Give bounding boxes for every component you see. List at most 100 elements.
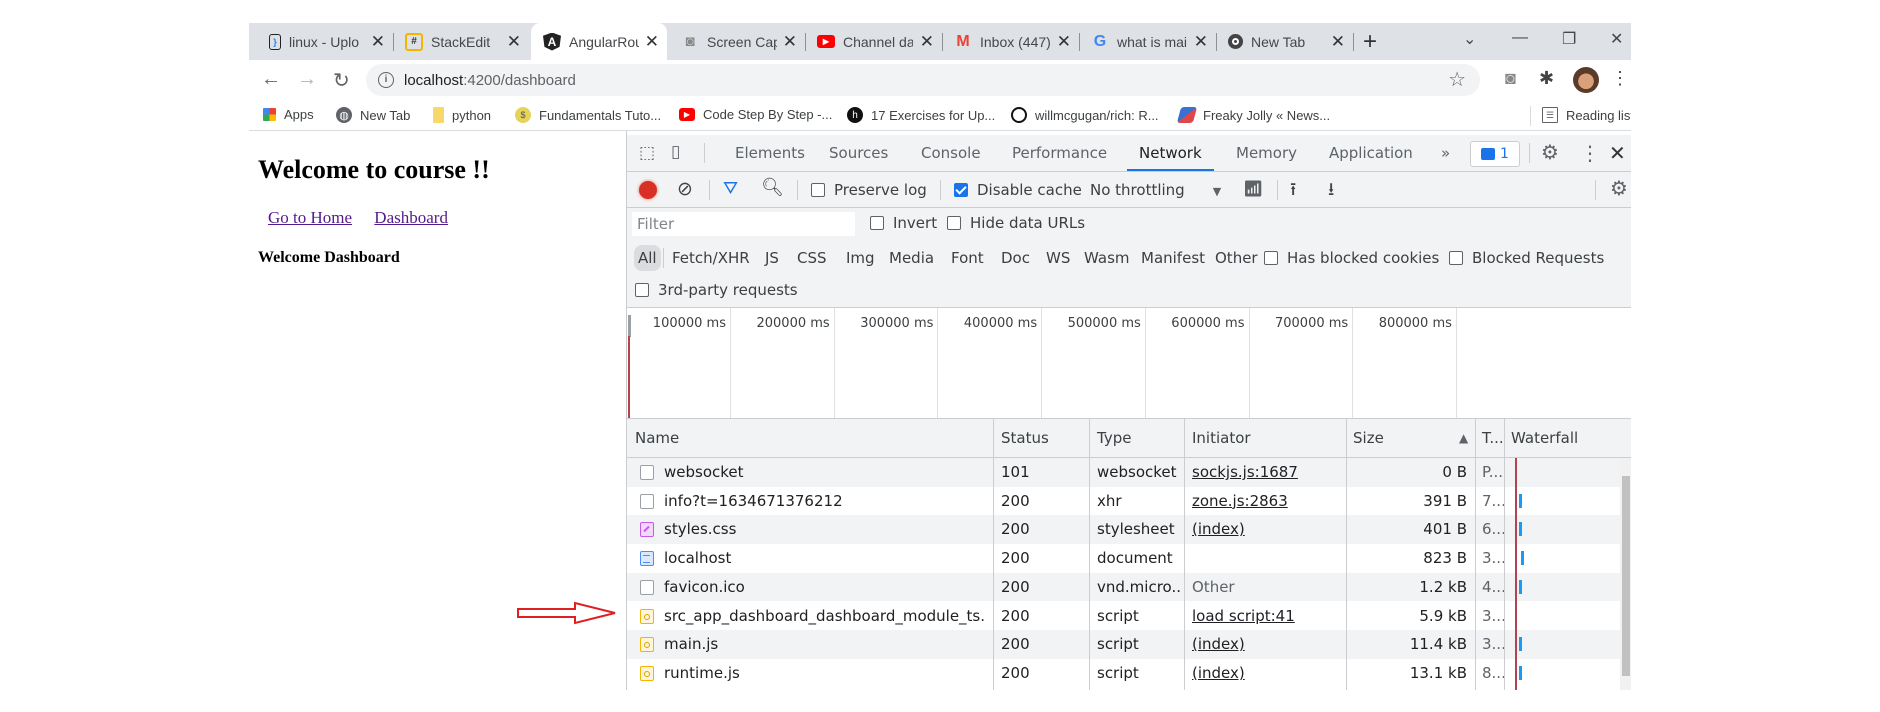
- bookmark-code-step-by-step[interactable]: ▶ Code Step By Step -...: [679, 107, 832, 122]
- preserve-log-checkbox[interactable]: Preserve log: [811, 181, 927, 199]
- request-initiator[interactable]: zone.js:2863: [1192, 492, 1342, 510]
- new-tab-button[interactable]: +: [1363, 28, 1377, 56]
- request-row[interactable]: main.js 200 script (index) 11.4 kB 3...: [627, 630, 1620, 659]
- close-tab-icon[interactable]: ✕: [1057, 32, 1071, 52]
- request-initiator[interactable]: (index): [1192, 664, 1342, 682]
- blocked-requests-checkbox[interactable]: Blocked Requests: [1449, 249, 1604, 267]
- type-filter-media[interactable]: Media: [889, 249, 934, 267]
- url-text[interactable]: localhost:4200/dashboard: [404, 72, 576, 89]
- tab-search-chevron-icon[interactable]: ⌄: [1463, 29, 1476, 49]
- tab-new-tab[interactable]: New Tab ✕: [1216, 23, 1354, 60]
- checkbox[interactable]: [947, 216, 961, 230]
- tab-channel-dashboard[interactable]: ▶ Channel da ✕: [805, 23, 943, 60]
- tab-gmail-inbox[interactable]: M Inbox (447) ✕: [942, 23, 1080, 60]
- bookmark-star-icon[interactable]: ☆: [1448, 67, 1466, 92]
- bookmark-willmcgugan-rich[interactable]: willmcgugan/rich: R...: [1011, 107, 1159, 123]
- devtools-tab-application[interactable]: Application: [1327, 135, 1415, 171]
- close-devtools-icon[interactable]: ✕: [1609, 141, 1626, 165]
- checkbox[interactable]: [954, 183, 968, 197]
- dashboard-link[interactable]: Dashboard: [374, 208, 448, 227]
- close-tab-icon[interactable]: ✕: [783, 32, 797, 52]
- scrollbar-thumb[interactable]: [1622, 476, 1630, 676]
- restore-icon[interactable]: ❐: [1562, 29, 1576, 49]
- column-time[interactable]: T...: [1482, 429, 1504, 447]
- bookmark-17-exercises[interactable]: h 17 Exercises for Up...: [847, 107, 995, 123]
- checkbox[interactable]: [1264, 251, 1278, 265]
- window-close-icon[interactable]: ✕: [1610, 29, 1623, 49]
- request-row[interactable]: info?t=1634671376212 200 xhr zone.js:2863 39…: [627, 486, 1620, 516]
- type-filter-css[interactable]: CSS: [797, 249, 827, 267]
- request-initiator[interactable]: (index): [1192, 635, 1342, 653]
- close-tab-icon[interactable]: ✕: [920, 32, 934, 52]
- column-type[interactable]: Type: [1097, 429, 1131, 447]
- import-har-upload-icon[interactable]: ⭱: [1290, 177, 1296, 207]
- disable-cache-checkbox[interactable]: Disable cache: [954, 181, 1082, 199]
- devtools-tab-sources[interactable]: Sources: [827, 135, 890, 171]
- type-filter-all[interactable]: All: [634, 245, 661, 271]
- profile-avatar[interactable]: [1573, 67, 1599, 93]
- devtools-tab-elements[interactable]: Elements: [733, 135, 807, 171]
- filter-funnel-icon[interactable]: ⛛: [723, 178, 738, 199]
- go-to-home-link[interactable]: Go to Home: [268, 208, 352, 227]
- checkbox[interactable]: [870, 216, 884, 230]
- bookmark-python[interactable]: python: [433, 107, 491, 123]
- site-info-icon[interactable]: i: [378, 72, 394, 88]
- more-tabs-button[interactable]: »: [1439, 135, 1452, 171]
- request-row[interactable]: favicon.ico 200 vnd.micro... Other 1.2 kB 4..…: [627, 572, 1620, 602]
- request-row[interactable]: localhost 200 document 823 B 3...: [627, 544, 1620, 573]
- clear-icon[interactable]: ⊘: [677, 178, 693, 200]
- reload-icon[interactable]: ↻: [333, 68, 350, 93]
- hide-data-urls-checkbox[interactable]: Hide data URLs: [947, 214, 1085, 232]
- bookmark-new-tab[interactable]: ◍ New Tab: [336, 107, 410, 123]
- request-row[interactable]: websocket 101 websocket sockjs.js:1687 0 B P.…: [627, 458, 1620, 487]
- third-party-requests-checkbox[interactable]: 3rd-party requests: [635, 281, 798, 299]
- request-initiator[interactable]: (index): [1192, 520, 1342, 538]
- tab-angularrouting[interactable]: A AngularRou ✕: [531, 23, 667, 60]
- devtools-tab-memory[interactable]: Memory: [1234, 135, 1299, 171]
- type-filter-fetch-xhr[interactable]: Fetch/XHR: [672, 249, 750, 267]
- column-name[interactable]: Name: [635, 429, 679, 447]
- bookmark-fundamentals[interactable]: $ Fundamentals Tuto...: [515, 107, 661, 123]
- tab-stackedit[interactable]: # StackEdit ✕: [393, 23, 529, 60]
- settings-gear-icon[interactable]: ⚙: [1541, 140, 1559, 164]
- reading-list-button[interactable]: ☰ Reading list: [1542, 107, 1631, 123]
- type-filter-doc[interactable]: Doc: [1001, 249, 1030, 267]
- request-row[interactable]: styles.css 200 stylesheet (index) 401 B 6...: [627, 515, 1620, 545]
- filter-input[interactable]: [632, 212, 855, 236]
- type-filter-img[interactable]: Img: [846, 249, 875, 267]
- bookmark-apps[interactable]: Apps: [263, 107, 314, 122]
- devtools-menu-kebab-icon[interactable]: ⋮: [1580, 141, 1600, 165]
- search-icon[interactable]: 🔍︎: [761, 177, 784, 198]
- tab-linux[interactable]: } linux - Uplo ✕: [257, 23, 394, 60]
- extensions-puzzle-icon[interactable]: ✱: [1539, 68, 1554, 89]
- devtools-tab-performance[interactable]: Performance: [1010, 135, 1109, 171]
- checkbox[interactable]: [635, 283, 649, 297]
- type-filter-js[interactable]: JS: [765, 249, 779, 267]
- network-overview-timeline[interactable]: 100000 ms 200000 ms 300000 ms 400000 ms 5000…: [627, 308, 1631, 419]
- close-tab-icon[interactable]: ✕: [507, 32, 521, 52]
- network-settings-gear-icon[interactable]: ⚙: [1610, 176, 1628, 200]
- close-tab-icon[interactable]: ✕: [1194, 32, 1208, 52]
- bookmark-freaky-jolly[interactable]: Freaky Jolly « News...: [1176, 107, 1330, 123]
- menu-kebab-icon[interactable]: ⋮: [1611, 68, 1629, 89]
- device-toolbar-icon[interactable]: ▯: [671, 142, 680, 162]
- checkbox[interactable]: [1449, 251, 1463, 265]
- request-initiator[interactable]: load script:41: [1192, 607, 1342, 625]
- type-filter-font[interactable]: Font: [951, 249, 984, 267]
- type-filter-ws[interactable]: WS: [1046, 249, 1070, 267]
- close-tab-icon[interactable]: ✕: [371, 32, 385, 52]
- has-blocked-cookies-checkbox[interactable]: Has blocked cookies: [1264, 249, 1439, 267]
- devtools-tab-network[interactable]: Network: [1127, 135, 1214, 171]
- issues-badge[interactable]: 1: [1470, 141, 1520, 167]
- close-tab-icon[interactable]: ✕: [1331, 32, 1345, 52]
- column-waterfall[interactable]: Waterfall: [1511, 429, 1578, 447]
- tab-google-search[interactable]: G what is mai ✕: [1079, 23, 1217, 60]
- network-conditions-wifi-icon[interactable]: 📶︎: [1243, 179, 1263, 198]
- type-filter-manifest[interactable]: Manifest: [1141, 249, 1205, 267]
- tab-screen-capture[interactable]: ◙ Screen Capt ✕: [669, 23, 806, 60]
- record-button[interactable]: [639, 181, 657, 199]
- forward-icon[interactable]: →: [297, 68, 317, 91]
- close-tab-icon[interactable]: ✕: [645, 32, 659, 52]
- export-har-download-icon[interactable]: ⭳: [1328, 177, 1334, 207]
- checkbox[interactable]: [811, 183, 825, 197]
